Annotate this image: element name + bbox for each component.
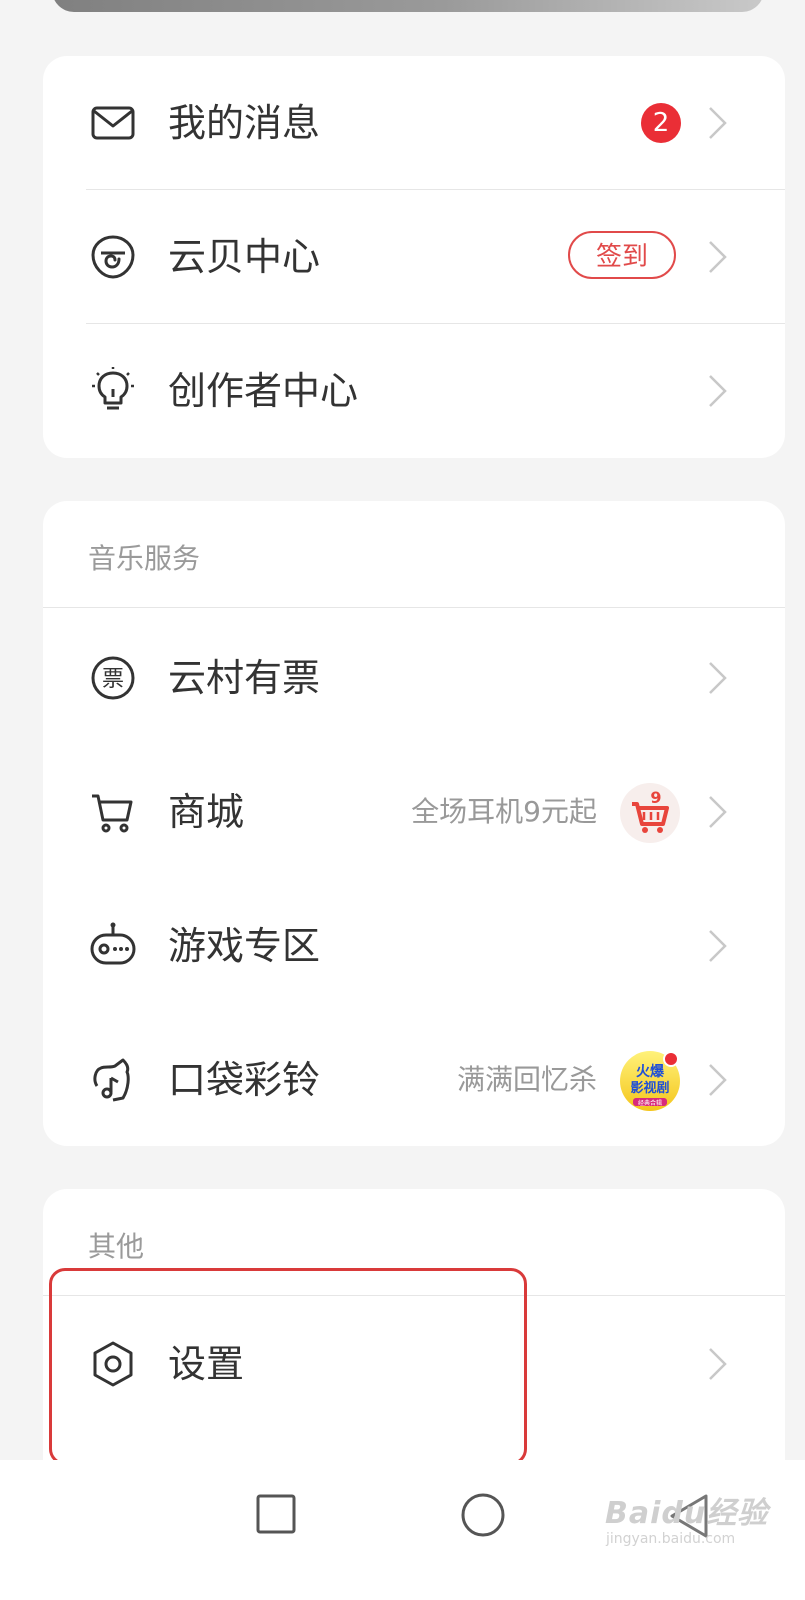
chevron-right-icon — [707, 928, 729, 964]
menu-item-cloud-tickets[interactable]: 票 云村有票 — [43, 611, 785, 745]
section-title: 其他 — [88, 1230, 145, 1263]
chevron-right-icon — [707, 660, 729, 696]
menu-item-creator-center[interactable]: 创作者中心 — [43, 324, 785, 458]
section-title: 音乐服务 — [88, 542, 201, 575]
menu-item-pocket-ringtone[interactable]: 口袋彩铃 满满回忆杀 火爆 影视剧经典合辑 — [43, 1013, 785, 1147]
check-in-button[interactable]: 签到 — [568, 231, 676, 279]
menu-item-label: 口袋彩铃 — [168, 1058, 321, 1102]
recent-apps-button[interactable] — [256, 1494, 296, 1534]
unread-count-badge: 2 — [641, 103, 681, 143]
mail-icon — [89, 99, 137, 147]
chevron-right-icon — [707, 105, 729, 141]
lightbulb-icon — [89, 367, 137, 415]
promo-line-2: 影视剧 — [630, 1080, 669, 1096]
svg-text:9: 9 — [650, 788, 661, 807]
menu-item-cloud-coin-center[interactable]: 云贝中心 签到 — [43, 190, 785, 324]
ticket-icon: 票 — [89, 654, 137, 702]
menu-item-label: 游戏专区 — [168, 924, 321, 968]
menu-item-messages[interactable]: 我的消息 2 — [43, 56, 785, 190]
promo-text: 满满回忆杀 — [456, 1063, 597, 1096]
annotation-highlight-box — [49, 1268, 527, 1465]
menu-item-game-zone[interactable]: 游戏专区 — [43, 879, 785, 1013]
chevron-right-icon — [707, 373, 729, 409]
game-icon — [89, 922, 137, 970]
square-icon — [256, 1494, 296, 1534]
watermark-brand: Baidu经验 — [605, 1496, 769, 1531]
home-button[interactable] — [460, 1492, 506, 1538]
menu-item-mall[interactable]: 商城 全场耳机9元起 9 — [43, 745, 785, 879]
circle-icon — [461, 1493, 505, 1537]
account-card: 我的消息 2 云贝中心 签到 创作者中心 — [43, 56, 785, 458]
divider — [43, 607, 785, 608]
watermark-url: jingyan.baidu.com — [606, 1531, 736, 1547]
svg-text:票: 票 — [102, 667, 124, 692]
cart-icon — [89, 788, 137, 836]
ringtone-icon — [89, 1056, 137, 1104]
chevron-right-icon — [707, 794, 729, 830]
menu-item-label: 云贝中心 — [168, 235, 321, 279]
music-services-card: 音乐服务 票 云村有票 商城 全场耳机9元起 9 游戏专区 口袋彩铃 满满回忆杀 — [43, 501, 785, 1146]
chevron-right-icon — [707, 239, 729, 275]
cloud-coin-icon — [89, 233, 137, 281]
menu-item-label: 创作者中心 — [168, 369, 359, 413]
menu-item-label: 云村有票 — [168, 656, 321, 700]
cart-promo-image: 9 — [619, 782, 681, 844]
menu-item-label: 商城 — [168, 790, 245, 834]
chevron-right-icon — [707, 1346, 729, 1382]
menu-item-label: 我的消息 — [168, 101, 321, 145]
promo-line-1: 火爆 — [636, 1063, 665, 1080]
promo-text: 全场耳机9元起 — [411, 795, 597, 828]
header-banner-bottom — [52, 0, 764, 12]
chevron-right-icon — [707, 1062, 729, 1098]
hot-movie-badge: 火爆 影视剧 经典合辑 — [619, 1050, 681, 1112]
promo-line-3: 经典合辑 — [638, 1099, 662, 1107]
